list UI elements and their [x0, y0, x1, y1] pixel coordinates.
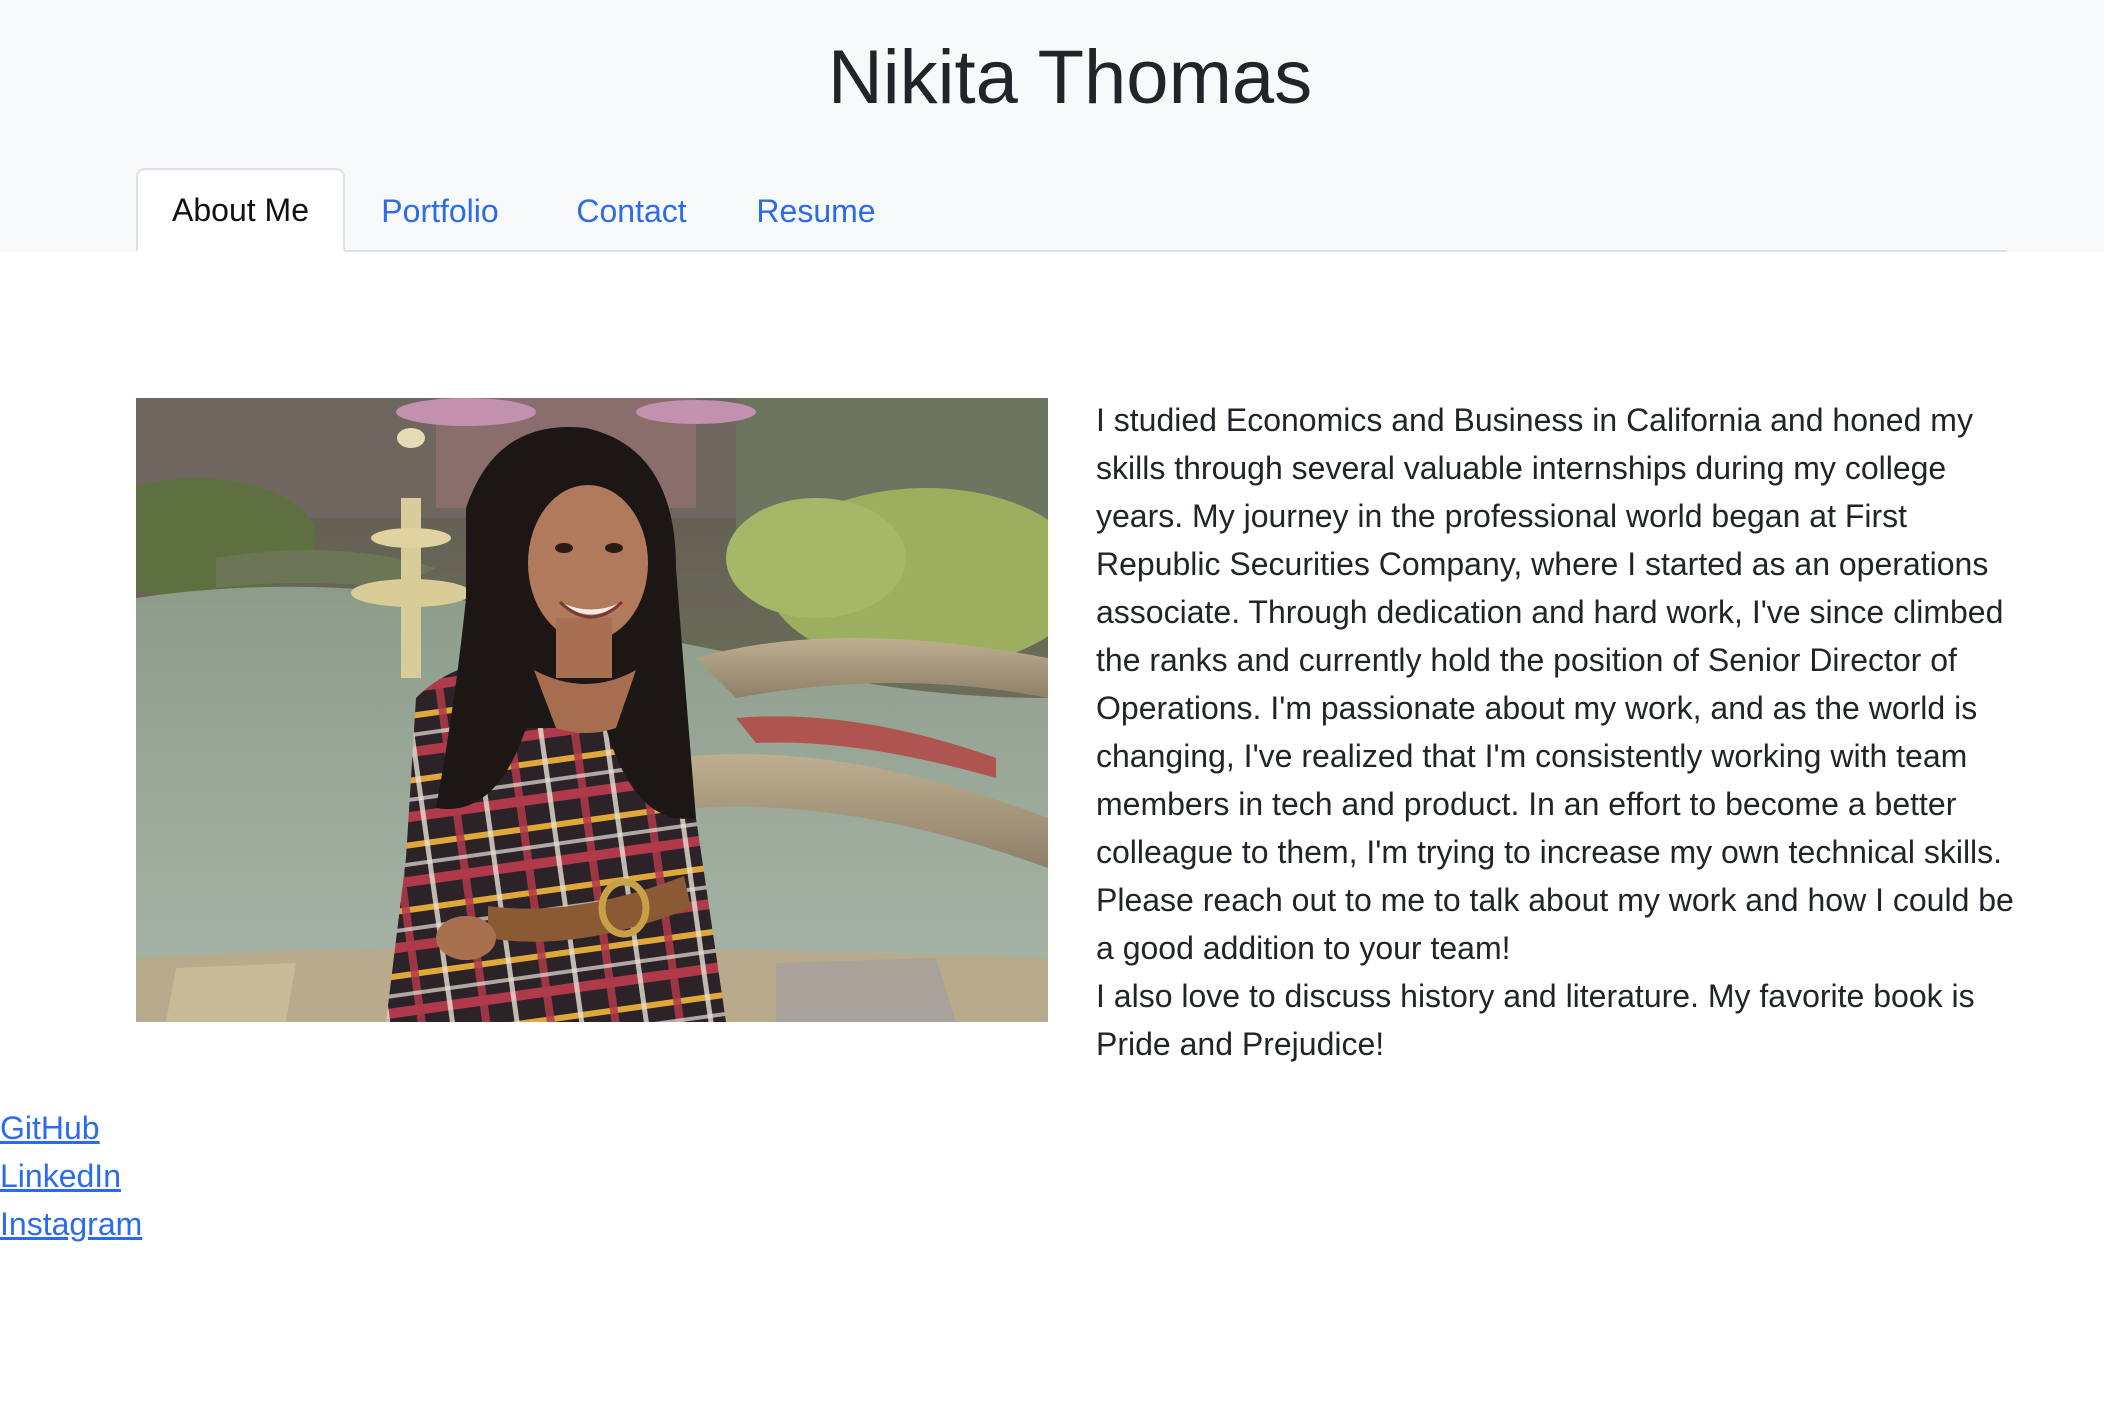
github-link[interactable]: GitHub	[0, 1104, 142, 1152]
tab-contact[interactable]: Contact	[535, 170, 728, 252]
linkedin-link[interactable]: LinkedIn	[0, 1152, 142, 1200]
instagram-link[interactable]: Instagram	[0, 1200, 142, 1248]
nav-tabs: About Me Portfolio Contact Resume	[136, 168, 904, 252]
site-header: Nikita Thomas About Me Portfolio Contact…	[0, 0, 2104, 252]
about-text: I studied Economics and Business in Cali…	[1096, 396, 2016, 1068]
tab-resume[interactable]: Resume	[728, 170, 904, 252]
tab-about-me[interactable]: About Me	[136, 168, 345, 252]
page-title: Nikita Thomas	[827, 35, 1313, 120]
about-paragraph-2: I also love to discuss history and liter…	[1096, 978, 1975, 1062]
about-paragraph-1: I studied Economics and Business in Cali…	[1096, 402, 2014, 966]
tab-portfolio[interactable]: Portfolio	[345, 170, 535, 252]
profile-photo	[136, 398, 1048, 1022]
social-links: GitHub LinkedIn Instagram	[0, 1104, 142, 1248]
